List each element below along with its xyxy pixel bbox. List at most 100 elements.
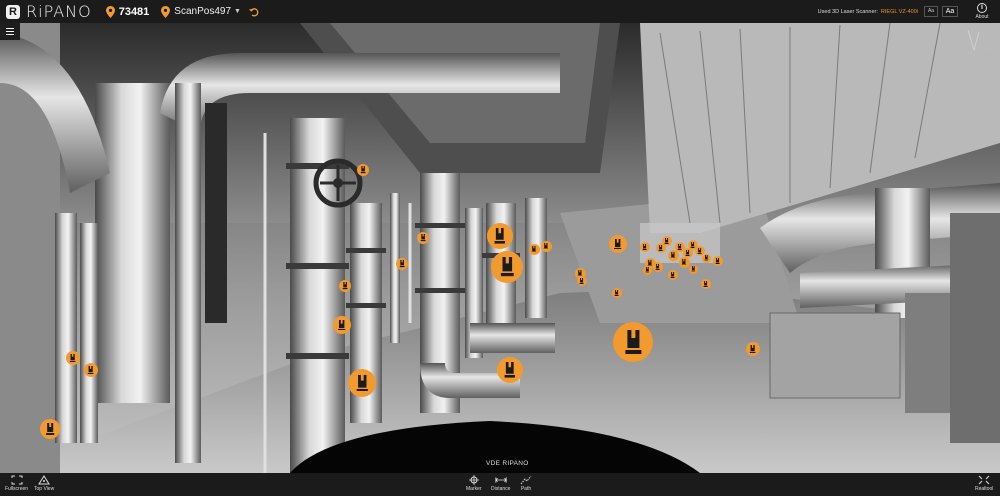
scanner-icon xyxy=(698,248,702,254)
fullscreen-icon xyxy=(11,475,23,485)
scan-position-marker[interactable] xyxy=(640,242,650,252)
scanner-icon xyxy=(494,228,506,244)
path-label: Path xyxy=(520,486,532,492)
scanner-icon xyxy=(543,242,549,250)
top-view-button[interactable]: Top View xyxy=(34,475,54,492)
scan-position-selector[interactable]: ScanPos497 ▼ xyxy=(161,5,241,18)
scan-position-marker[interactable] xyxy=(540,240,552,252)
scanner-icon xyxy=(704,255,708,261)
scanner-icon xyxy=(614,238,622,250)
scan-position-marker[interactable] xyxy=(609,235,627,253)
scanner-icon xyxy=(716,258,720,264)
scan-position-marker[interactable] xyxy=(678,256,690,268)
header-right: Used 3D Laser Scanner: RIEGL VZ-400i Aa … xyxy=(818,0,1000,23)
info-icon: i xyxy=(977,3,987,13)
scanner-icon xyxy=(750,344,756,354)
scan-position-marker[interactable] xyxy=(84,363,98,377)
realtool-button[interactable]: Realtool xyxy=(975,475,993,492)
app-name: RiPANO xyxy=(26,2,92,21)
scanner-icon xyxy=(88,365,94,375)
scanner-icon xyxy=(580,278,584,284)
scanner-icon xyxy=(670,251,676,259)
scanner-icon xyxy=(70,353,76,363)
panorama-viewport[interactable]: DE VDE RIPANO xyxy=(0,23,1000,473)
watermark: VDE RIPANO xyxy=(486,460,529,467)
hamburger-icon xyxy=(6,28,14,29)
scan-position-marker[interactable] xyxy=(40,419,60,439)
scanner-icon xyxy=(686,250,690,256)
scanner-model-link[interactable]: RIEGL VZ-400i xyxy=(881,9,918,15)
top-bar: R RiPANO 73481 ScanPos497 ▼ Used 3D Lase… xyxy=(0,0,1000,23)
scanner-icon xyxy=(691,266,695,272)
scan-position-marker[interactable] xyxy=(701,253,711,263)
scanner-icon xyxy=(45,423,54,435)
distance-label: Distance xyxy=(491,486,511,492)
scan-position-marker[interactable] xyxy=(577,276,587,286)
scan-position-marker[interactable] xyxy=(339,280,351,292)
scanner-icon xyxy=(645,267,649,273)
font-size-large-button[interactable]: Aa xyxy=(942,6,958,17)
scanner-icon xyxy=(643,244,647,250)
top-view-icon xyxy=(38,475,50,485)
app-logo[interactable]: R RiPANO xyxy=(6,0,92,23)
expand-arrows-icon xyxy=(978,475,990,485)
scan-position-marker[interactable] xyxy=(668,270,678,280)
scan-position-marker[interactable] xyxy=(487,223,513,249)
scan-position-marker[interactable] xyxy=(348,369,376,397)
scanner-icon xyxy=(624,330,641,354)
scan-position-marker[interactable] xyxy=(746,342,760,356)
logo-badge: R xyxy=(6,4,20,19)
scanner-icon xyxy=(704,281,708,287)
scanner-icon xyxy=(659,245,663,251)
scan-position-marker[interactable] xyxy=(642,265,652,275)
scan-position-marker[interactable] xyxy=(357,164,369,176)
scanner-icon xyxy=(531,245,537,253)
scanner-icon xyxy=(678,244,682,250)
scanner-label: Used 3D Laser Scanner: xyxy=(817,8,878,15)
scanner-icon xyxy=(691,242,695,248)
bottom-toolbar: Fullscreen Top View Marker Distance Path… xyxy=(0,473,1000,496)
scanner-icon xyxy=(615,290,619,296)
marker-button[interactable]: Marker xyxy=(466,475,482,492)
scan-position-marker[interactable] xyxy=(688,264,698,274)
menu-button[interactable] xyxy=(0,23,20,40)
path-icon xyxy=(520,475,532,485)
scan-position-marker[interactable] xyxy=(701,279,711,289)
scan-position-marker[interactable] xyxy=(653,262,663,272)
scanner-icon xyxy=(356,374,368,392)
top-view-label: Top View xyxy=(34,486,55,492)
about-label: About xyxy=(975,14,989,20)
scanner-icon xyxy=(504,362,516,378)
scanner-icon xyxy=(671,272,675,278)
scan-position-marker[interactable] xyxy=(333,316,351,334)
scan-position-marker[interactable] xyxy=(613,322,653,362)
scanner-icon xyxy=(500,257,514,277)
path-button[interactable]: Path xyxy=(520,475,532,492)
scan-position-marker[interactable] xyxy=(528,243,540,255)
location-pin-icon xyxy=(161,5,171,18)
scan-position-marker[interactable] xyxy=(662,236,672,246)
marker-crosshair-icon xyxy=(468,475,479,485)
chevron-down-icon: ▼ xyxy=(234,8,241,15)
project-id: 73481 xyxy=(118,5,150,18)
fullscreen-label: Fullscreen xyxy=(5,486,29,492)
about-button[interactable]: i About xyxy=(964,3,1000,20)
scan-position-marker[interactable] xyxy=(713,256,723,266)
scan-position-marker[interactable] xyxy=(612,288,622,298)
distance-button[interactable]: Distance xyxy=(491,475,510,492)
scan-position-marker[interactable] xyxy=(396,258,408,270)
scan-position-marker[interactable] xyxy=(491,251,523,283)
realtool-label: Realtool xyxy=(975,486,994,492)
compass-icon[interactable]: DE xyxy=(966,28,990,54)
location-pin-icon xyxy=(105,5,115,18)
fullscreen-button[interactable]: Fullscreen xyxy=(5,475,28,492)
scan-position-name: ScanPos497 xyxy=(174,6,232,17)
project-selector[interactable]: 73481 xyxy=(105,5,150,18)
scan-position-marker[interactable] xyxy=(417,232,429,244)
scan-position-marker[interactable] xyxy=(66,351,80,365)
scanner-icon xyxy=(342,282,348,290)
scanner-icon xyxy=(399,260,405,268)
scan-position-marker[interactable] xyxy=(497,357,523,383)
undo-icon[interactable] xyxy=(248,7,259,17)
font-size-small-button[interactable]: Aa xyxy=(924,6,938,17)
